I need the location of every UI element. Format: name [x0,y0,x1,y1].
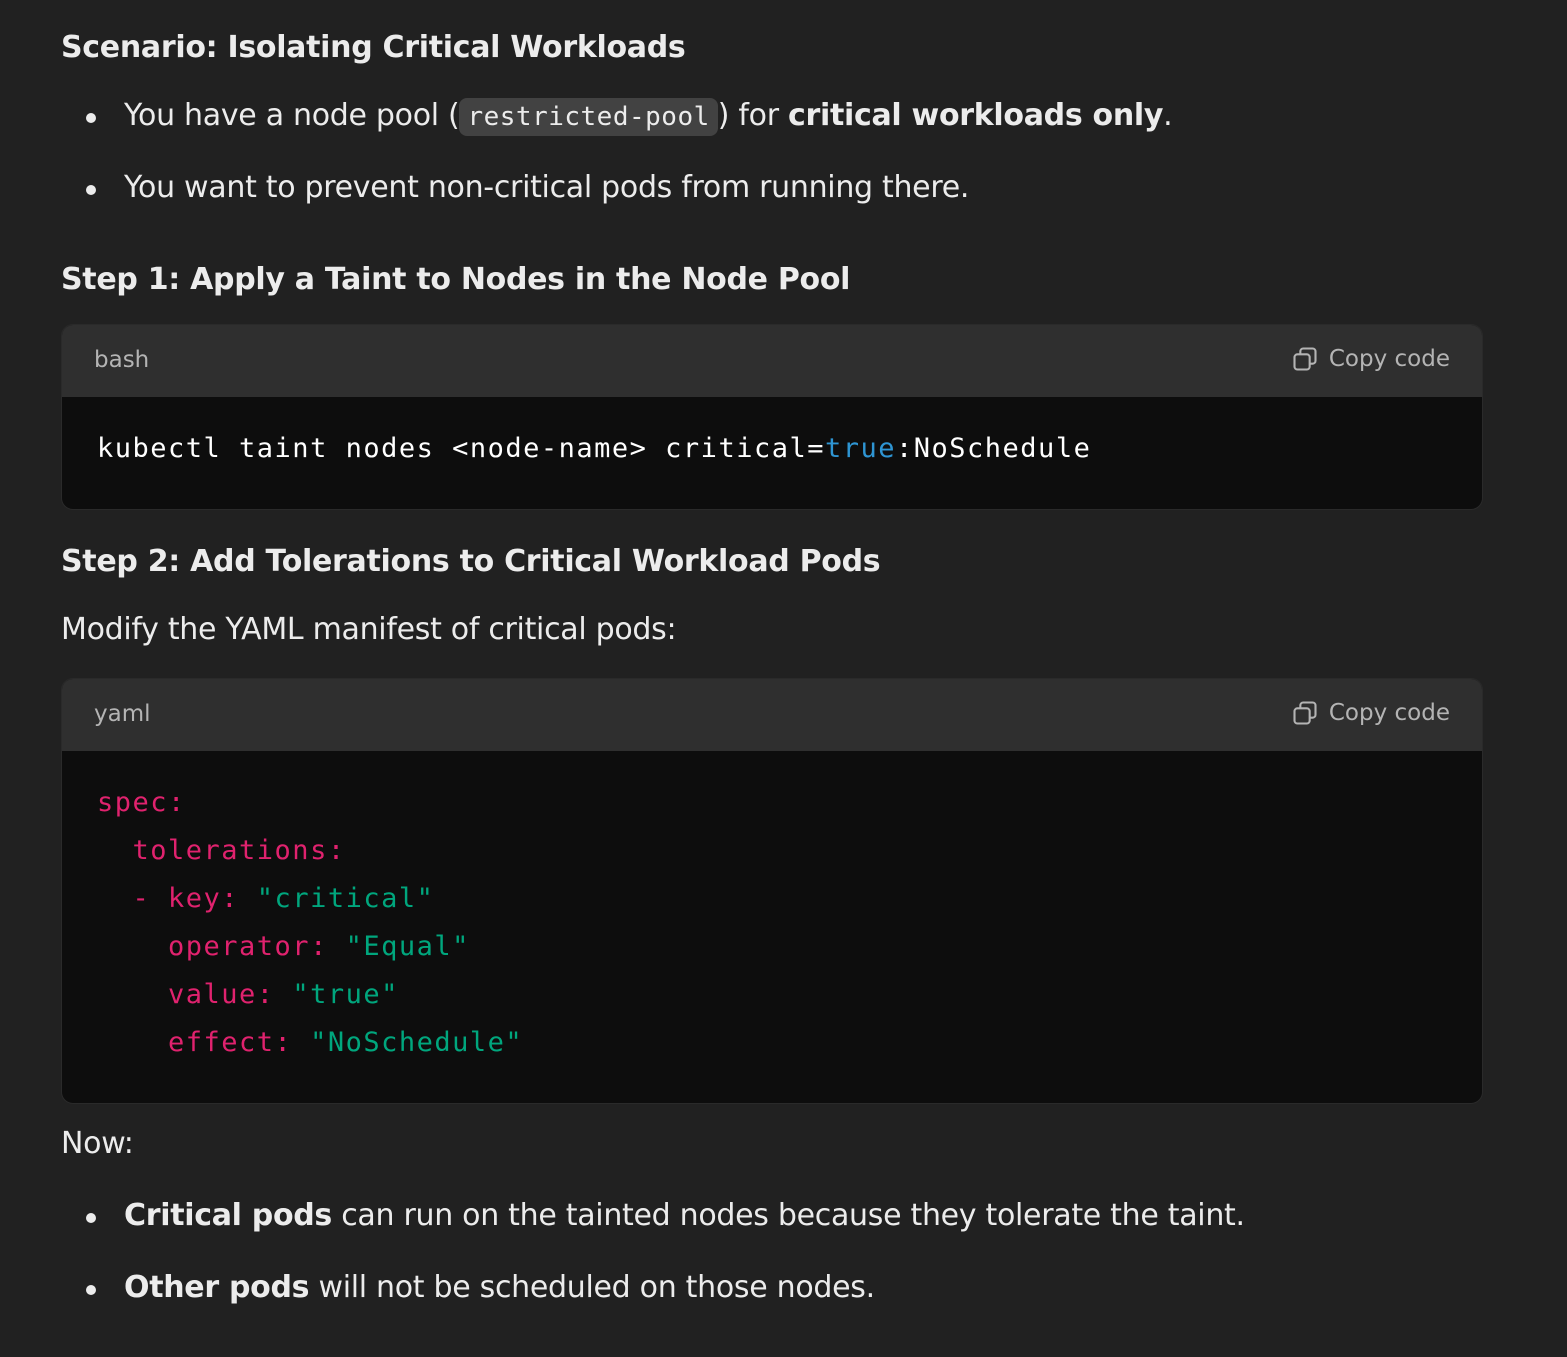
bullet-text: will not be scheduled on those nodes. [309,1270,875,1305]
copy-code-label: Copy code [1328,700,1450,726]
yaml-key: spec: [97,787,186,818]
yaml-string: "Equal" [327,931,470,962]
code-line: effect: "NoSchedule" [97,1027,523,1058]
yaml-code-block: yaml Copy code spec: tolerations: - key:… [61,678,1483,1104]
copy-code-button[interactable]: Copy code [1291,699,1450,727]
code-line: - key: "critical" [97,883,434,914]
copy-code-label: Copy code [1328,346,1450,372]
bullet-text: can run on the tainted nodes because the… [332,1198,1245,1233]
step1-heading: Step 1: Apply a Taint to Nodes in the No… [61,262,851,297]
yaml-key: - key: [97,883,240,914]
step2-heading: Step 2: Add Tolerations to Critical Work… [61,544,881,579]
code-text: kubectl taint nodes <node-name> critical… [97,433,825,464]
copy-icon [1293,701,1317,725]
code-line: spec: [97,787,186,818]
yaml-key: tolerations: [97,835,346,866]
code-keyword: true [824,433,897,464]
bullet-icon [86,185,96,195]
inline-code: restricted-pool [459,98,718,136]
bullet-text: . [1163,98,1173,133]
step2-intro: Modify the YAML manifest of critical pod… [61,612,677,647]
code-line: tolerations: [97,835,346,866]
bullet-text: You want to prevent non-critical pods fr… [124,170,970,205]
bullet-text: ) for [717,98,788,133]
code-block-body: spec: tolerations: - key: "critical" ope… [62,751,1482,1103]
code-line: operator: "Equal" [97,931,470,962]
code-language-label: bash [94,347,150,373]
copy-icon [1293,347,1317,371]
code-block-body: kubectl taint nodes <node-name> critical… [62,397,1482,509]
code-line: kubectl taint nodes <node-name> critical… [97,433,1091,464]
bash-code-block: bash Copy code kubectl taint nodes <node… [61,324,1483,510]
yaml-key: effect: [97,1027,293,1058]
yaml-key: value: [97,979,275,1010]
bullet-text: You have a node pool ( [124,98,460,133]
code-line: value: "true" [97,979,399,1010]
bullet-strong-text: Other pods [124,1270,310,1305]
copy-code-button[interactable]: Copy code [1291,345,1450,373]
now-label: Now: [61,1126,134,1161]
bullet-strong-text: critical workloads only [788,98,1164,133]
code-block-header: bash Copy code [62,325,1482,397]
code-text: :NoSchedule [896,433,1092,464]
bullet-strong-text: Critical pods [124,1198,332,1233]
yaml-string: "true" [274,979,399,1010]
scenario-heading: Scenario: Isolating Critical Workloads [61,30,686,65]
code-language-label: yaml [94,701,151,727]
yaml-string: "critical" [239,883,435,914]
yaml-key: operator: [97,931,328,962]
bullet-icon [86,113,96,123]
bullet-icon [86,1213,96,1223]
yaml-string: "NoSchedule" [292,1027,524,1058]
code-block-header: yaml Copy code [62,679,1482,751]
bullet-icon [86,1285,96,1295]
